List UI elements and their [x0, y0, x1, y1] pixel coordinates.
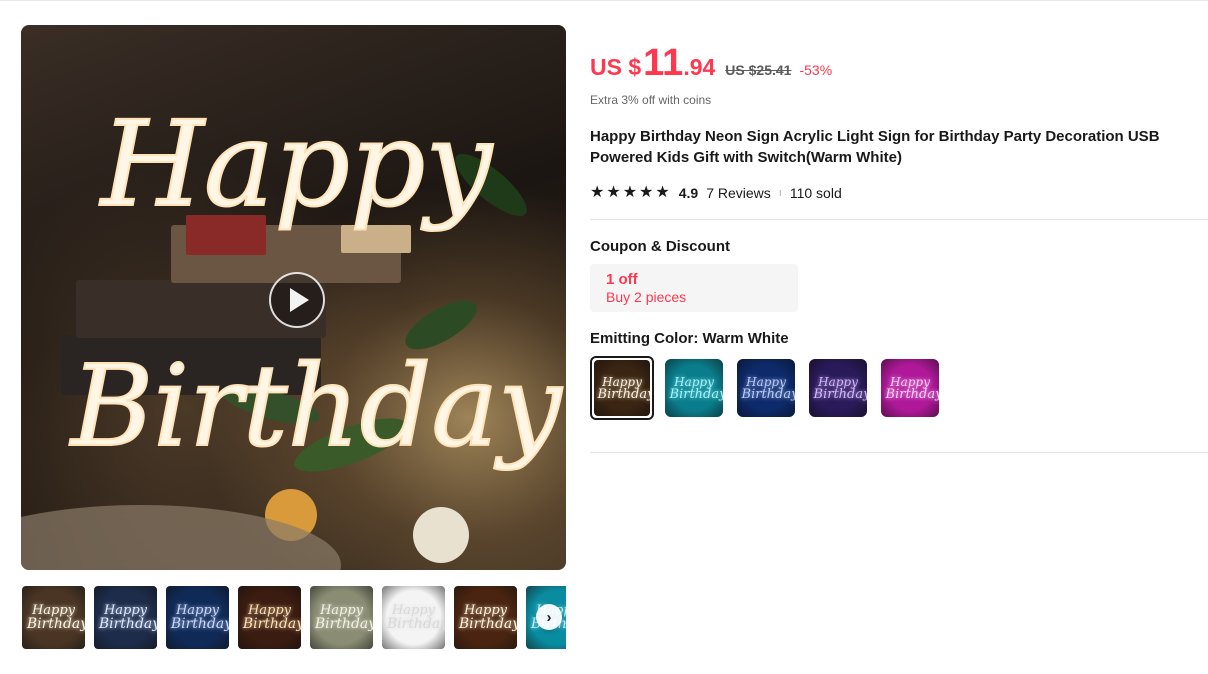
- play-video-button[interactable]: [269, 272, 325, 328]
- thumbnail-sign-text: HappyBirthday: [458, 603, 517, 632]
- discount-badge: -53%: [799, 62, 833, 78]
- swatch-image: Happy Birthday: [737, 359, 795, 417]
- thumbnail-6[interactable]: Happy Birthday: [382, 586, 445, 649]
- thumbnail-strip: Happy Birthday Happy Birthday Happy Birthda…: [22, 586, 566, 650]
- section-divider: [590, 219, 1208, 220]
- neon-happy-text: Happy: [99, 95, 493, 233]
- swatch-sign-text: Happy Birthday: [741, 374, 795, 402]
- thumbnail-sign-text: HappyBirthday: [314, 603, 373, 632]
- sold-count: 110 sold: [789, 185, 842, 201]
- price-row: US $ 11 .94 US $25.41 -53%: [590, 42, 833, 84]
- thumbnail-sign-text: HappyBirthday: [170, 603, 229, 632]
- thumbnail-2[interactable]: Happy Birthday: [94, 586, 157, 649]
- coupon-condition: Buy 2 pieces: [606, 289, 687, 305]
- swatch-image: Happy Birthday: [594, 360, 650, 416]
- swatch-image: Happy Birthday: [665, 359, 723, 417]
- star-rating: ★ ★ ★ ★ ★: [590, 185, 670, 201]
- thumbnail-sign-text: HappyBirthday: [242, 603, 301, 632]
- swatch-image: Happy Birthday: [881, 359, 939, 417]
- swatch-sign-text: Happy Birthday: [885, 374, 939, 402]
- thumbnail-sign-text: HappyBirthday: [386, 603, 445, 632]
- price-decimal: .94: [683, 54, 716, 80]
- swatch-sign-text: Happy Birthday: [597, 374, 650, 402]
- star-icon: ★: [606, 184, 621, 201]
- flower-shape: [413, 507, 469, 563]
- thumbnail-4[interactable]: Happy Birthday: [238, 586, 301, 649]
- neon-birthday-text: Birthday: [69, 342, 563, 472]
- rating-separator: ı: [778, 187, 782, 199]
- thumbnail-3[interactable]: Happy Birthday: [166, 586, 229, 649]
- swatch-sign-text: Happy Birthday: [813, 374, 867, 402]
- main-product-image[interactable]: Happy Birthday: [21, 25, 566, 570]
- thumbnail-sign-text: HappyBirthday: [98, 603, 157, 632]
- thumbnail-next-button[interactable]: ›: [536, 604, 562, 630]
- color-swatch-blue[interactable]: Happy Birthday: [737, 359, 795, 417]
- rating-score: 4.9: [678, 185, 699, 201]
- price-integer: 11: [643, 42, 684, 84]
- star-icon: ★: [639, 184, 654, 201]
- reviews-link[interactable]: 7 Reviews: [706, 185, 771, 201]
- coupon-amount: 1 off: [606, 271, 638, 288]
- top-divider: [0, 0, 1208, 1]
- color-label: Emitting Color: Warm White: [590, 330, 789, 347]
- play-icon: [290, 288, 309, 312]
- color-swatch-warm-white[interactable]: Happy Birthday: [590, 356, 654, 420]
- thumbnail-7[interactable]: Happy Birthday: [454, 586, 517, 649]
- swatch-image: Happy Birthday: [809, 359, 867, 417]
- rating-row: ★ ★ ★ ★ ★ 4.9 7 Reviews ı 110 sold: [590, 183, 842, 203]
- color-swatch-ice-blue[interactable]: Happy Birthday: [665, 359, 723, 417]
- coupon-section-title: Coupon & Discount: [590, 238, 730, 255]
- color-swatch-purple[interactable]: Happy Birthday: [809, 359, 867, 417]
- original-price: US $25.41: [725, 62, 792, 78]
- chevron-right-icon: ›: [546, 608, 552, 626]
- thumbnail-1[interactable]: Happy Birthday: [22, 586, 85, 649]
- product-title: Happy Birthday Neon Sign Acrylic Light S…: [590, 128, 1160, 166]
- thumbnail-sign-text: HappyBirthday: [26, 603, 85, 632]
- coins-note: Extra 3% off with coins: [590, 93, 712, 107]
- section-divider: [590, 452, 1208, 453]
- coupon-card[interactable]: 1 off Buy 2 pieces: [590, 264, 798, 312]
- color-swatch-pink[interactable]: Happy Birthday: [881, 359, 939, 417]
- star-icon: ★: [655, 184, 670, 201]
- price-currency: US $: [590, 54, 642, 80]
- star-icon: ★: [622, 184, 638, 201]
- swatch-sign-text: Happy Birthday: [669, 374, 723, 402]
- thumbnail-5[interactable]: Happy Birthday: [310, 586, 373, 649]
- star-icon: ★: [590, 184, 605, 201]
